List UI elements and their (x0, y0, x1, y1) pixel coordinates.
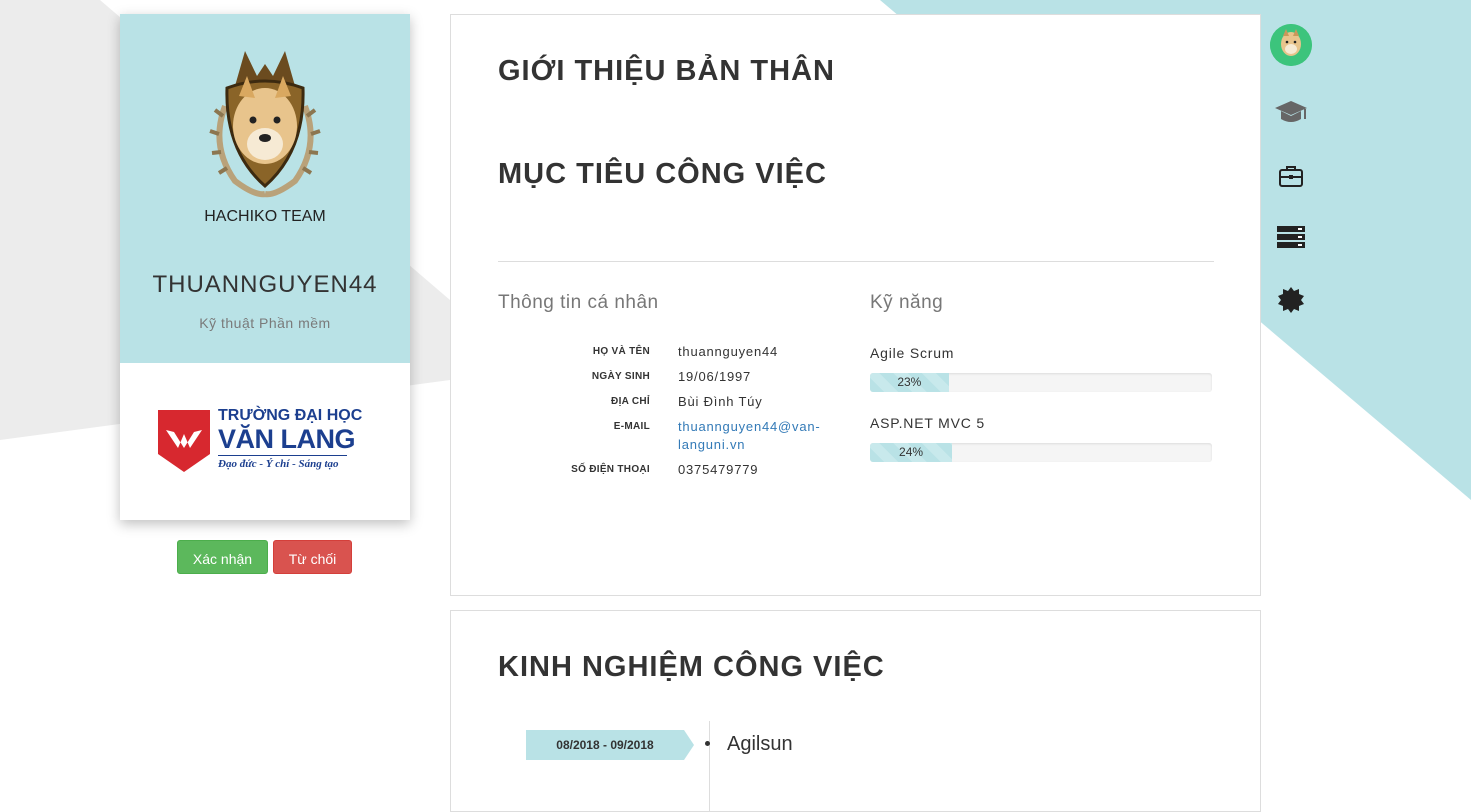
profile-card-header: HACHIKO TEAM THUANNGUYEN44 Kỹ thuật Phần… (120, 14, 410, 363)
timeline-line (709, 721, 710, 811)
info-value: Bùi Đình Túy (678, 394, 763, 409)
skill-name: Agile Scrum (870, 345, 955, 361)
info-label: E-MAIL (613, 421, 650, 432)
personal-info-heading: Thông tin cá nhân (498, 292, 659, 313)
skill-progress-bar: 23% (870, 373, 1212, 392)
section-divider (498, 261, 1214, 262)
info-value: 19/06/1997 (678, 369, 752, 384)
shield-icon (158, 410, 210, 472)
objective-title: MỤC TIÊU CÔNG VIỆC (498, 158, 827, 190)
profile-name: THUANNGUYEN44 (152, 271, 378, 298)
profile-major: Kỹ thuật Phần mềm (199, 315, 331, 331)
timeline-dot (705, 741, 710, 746)
graduation-cap-icon[interactable] (1270, 92, 1312, 134)
main-panel: GIỚI THIỆU BẢN THÂN MỤC TIÊU CÔNG VIỆC T… (450, 14, 1261, 596)
info-label: ĐỊA CHỈ (611, 396, 650, 407)
confirm-button[interactable]: Xác nhận (177, 540, 268, 574)
skill-name: ASP.NET MVC 5 (870, 415, 985, 431)
university-line2: VĂN LANG (218, 424, 356, 454)
avatar-image (1270, 24, 1312, 66)
profile-card: HACHIKO TEAM THUANNGUYEN44 Kỹ thuật Phần… (120, 14, 410, 520)
about-title: GIỚI THIỆU BẢN THÂN (498, 55, 835, 87)
university-divider (218, 455, 347, 456)
reject-button[interactable]: Từ chối (273, 540, 352, 574)
university-line1: TRƯỜNG ĐẠI HỌC (218, 407, 363, 424)
skill-progress-fill: 24% (870, 443, 953, 462)
email-link-line2[interactable]: languni.vn (678, 437, 745, 452)
badge-icon[interactable] (1270, 279, 1312, 321)
briefcase-icon[interactable] (1270, 155, 1312, 197)
info-label: SỐ ĐIỆN THOẠI (571, 464, 650, 475)
info-label: NGÀY SINH (591, 371, 650, 382)
avatar[interactable] (1270, 24, 1312, 66)
logo-text: HACHIKO TEAM (205, 208, 325, 225)
server-icon[interactable] (1270, 216, 1312, 258)
skill-progress-bar: 24% (870, 443, 1212, 462)
experience-panel: KINH NGHIỆM CÔNG VIỆC 08/2018 - 09/2018 … (450, 610, 1261, 812)
info-label: HỌ VÀ TÊN (592, 346, 650, 357)
university-logo: TRƯỜNG ĐẠI HỌC VĂN LANG Đạo đức - Ý chí … (156, 406, 362, 476)
info-value: 0375479779 (678, 462, 759, 477)
skill-progress-fill: 23% (870, 373, 949, 392)
email-link-line1[interactable]: thuannguyen44@van- (678, 419, 821, 434)
info-value: thuannguyen44 (678, 344, 779, 359)
timeline-date: 08/2018 - 09/2018 (526, 730, 694, 760)
timeline-company: Agilsun (727, 733, 793, 755)
skills-heading: Kỹ năng (870, 292, 944, 313)
experience-title: KINH NGHIỆM CÔNG VIỆC (498, 651, 885, 683)
hachiko-team-logo: HACHIKO TEAM (205, 51, 325, 225)
university-motto: Đạo đức - Ý chí - Sáng tạo (218, 458, 339, 470)
